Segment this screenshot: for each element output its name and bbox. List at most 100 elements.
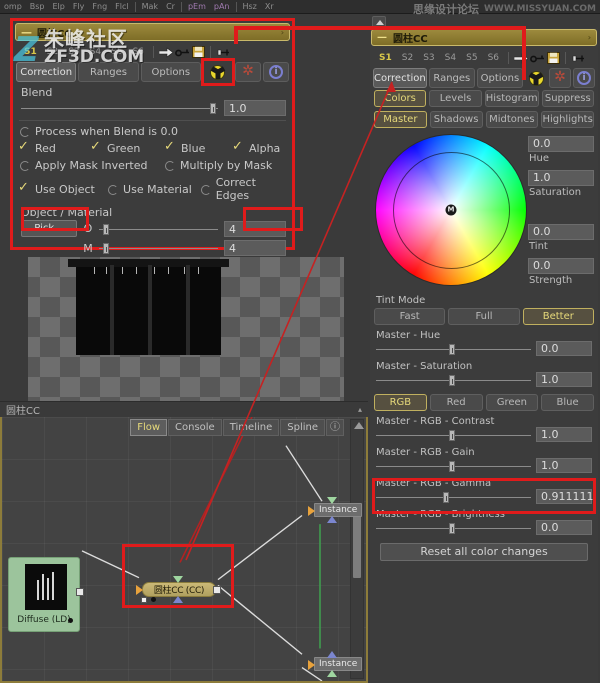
tab-spline[interactable]: Spline [280,419,325,436]
info-icon[interactable]: i [268,65,283,79]
flow-vertical-scrollbar[interactable] [350,419,364,679]
key-icon[interactable] [174,45,190,59]
rgb-contrast-value[interactable]: 1.0 [536,427,592,442]
tint-mode-fast[interactable]: Fast [374,308,446,325]
master-saturation-knob[interactable] [448,374,455,386]
node-bottom-connector-icon[interactable] [327,516,337,523]
tint-mode-full[interactable]: Full [448,308,520,325]
master-hue-row[interactable]: 0.0 [370,341,598,358]
rgb-gamma-row[interactable]: 0.911111 [370,489,598,506]
checkbox-green[interactable]: Green [90,139,165,155]
top-menu-bar[interactable]: omp Bsp Elp Fly Fng Flcl Mak Cr pEm pAn … [0,0,600,14]
radioactive-button-wrapper[interactable] [200,58,235,86]
channel-tab-blue[interactable]: Blue [541,394,594,411]
inspector-title-bar[interactable]: — 圆柱CC › [15,23,290,41]
cc-info-button[interactable]: i [573,68,596,88]
node-top-connector-icon[interactable] [327,651,337,658]
gear-icon[interactable]: ✲ [553,70,567,85]
rgb-gain-track[interactable] [376,460,531,472]
info-icon[interactable]: i [577,71,592,85]
color-wheel-area[interactable]: M 0.0 Hue 1.0 Saturation 0.0 Tint 0.0 St… [370,130,598,292]
rgb-brightness-row[interactable]: 0.0 [370,520,598,537]
range-tab-shadows[interactable]: Shadows [429,111,483,128]
channel-toggles-row[interactable]: Red Green Blue Alpha [13,139,292,157]
pin-icon[interactable] [215,45,231,59]
rgb-contrast-row[interactable]: 1.0 [370,427,598,444]
checkbox-multiply-by-mask[interactable]: Multiply by Mask [164,159,272,172]
saturation-value-field[interactable]: 1.0 [528,170,594,186]
cc-tab-correction[interactable]: Correction [373,68,427,88]
master-hue-knob[interactable] [448,343,455,355]
save-icon[interactable] [190,45,206,59]
mode-tab-levels[interactable]: Levels [429,90,482,107]
menu-item-hsz[interactable]: Hsz [239,0,261,13]
tab-timeline[interactable]: Timeline [222,419,280,436]
checkbox-alpha[interactable]: Alpha [232,139,280,155]
state-tab-s4[interactable]: S4 [85,46,106,58]
menu-item-flcl[interactable]: Flcl [111,0,132,13]
tab-console[interactable]: Console [168,419,222,436]
menu-item-pan[interactable]: pAn [210,0,234,13]
checkbox-unchecked-icon[interactable] [164,160,175,171]
rgb-gamma-knob[interactable] [442,491,449,503]
material-row[interactable]: M 4 [13,239,292,258]
object-options-row[interactable]: Use Object Use Material Correct Edges [13,174,292,204]
inspector-state-row[interactable]: S1 S2 S3 S4 S5 S6 [13,41,292,61]
material-slider-track[interactable] [99,242,218,254]
colorcorrector-title-bar[interactable]: — 圆柱CC › [371,29,597,46]
cc-state-tab-s2[interactable]: S2 [397,52,418,64]
mode-tab-suppress[interactable]: Suppress [541,90,594,107]
tab-options[interactable]: Options [140,62,201,82]
menu-item-omp[interactable]: omp [0,0,26,13]
caret-up-icon[interactable]: ▴ [358,405,362,414]
cc-tab-options[interactable]: Options [476,68,524,88]
rgb-gain-value[interactable]: 1.0 [536,458,592,473]
state-tab-s5[interactable]: S5 [106,46,127,58]
info-button[interactable]: i [262,62,289,82]
tint-mode-better[interactable]: Better [522,308,594,325]
arrow-right-icon[interactable] [158,45,174,59]
menu-item-pem[interactable]: pEm [184,0,210,13]
collapse-icon[interactable]: — [21,27,32,38]
menu-item-mak[interactable]: Mak [138,0,162,13]
tint-value-field[interactable]: 0.0 [528,224,594,240]
checkbox-unchecked-icon[interactable] [200,184,211,195]
radioactive-icon[interactable] [528,70,544,86]
colorcorrector-tab-bar[interactable]: Correction Ranges Options ✲ i [373,68,596,88]
radioactive-icon[interactable] [210,64,226,80]
node-diffuse[interactable]: Diffuse (LD) [8,557,84,632]
cc-state-tab-s5[interactable]: S5 [461,52,482,64]
checkbox-checked-icon[interactable] [18,139,30,154]
checkbox-red[interactable]: Red [18,139,91,155]
rgb-brightness-track[interactable] [376,522,531,534]
blend-slider-track[interactable] [21,102,218,114]
node-output-port[interactable] [76,588,84,596]
material-value-field[interactable]: 4 [224,240,286,256]
menu-item-cr[interactable]: Cr [162,0,179,13]
cc-state-tab-s1[interactable]: S1 [374,52,397,64]
info-icon[interactable]: ⓘ [326,419,344,436]
checkbox-use-object[interactable]: Use Object [18,180,107,196]
colorcorrector-state-row[interactable]: S1 S2 S3 S4 S5 S6 [370,47,598,67]
color-wheel[interactable]: M [375,134,527,286]
checkbox-apply-mask-inverted[interactable]: Apply Mask Inverted [19,159,164,172]
range-tab-highlights[interactable]: Highlights [541,111,594,128]
strength-value-field[interactable]: 0.0 [528,258,594,274]
checkbox-blue[interactable]: Blue [164,139,233,155]
mode-tab-row[interactable]: Colors Levels Histogram Suppress [370,88,598,109]
material-slider-knob[interactable] [102,243,109,254]
node-top-connector-icon[interactable] [327,497,337,504]
cc-state-tab-s3[interactable]: S3 [418,52,439,64]
tint-mode-row[interactable]: Fast Full Better [370,306,598,327]
range-tab-master[interactable]: Master [374,111,427,128]
rgb-brightness-knob[interactable] [448,522,455,534]
state-tab-s2[interactable]: S2 [42,46,63,58]
reset-all-color-changes-button[interactable]: Reset all color changes [380,543,588,561]
rgb-contrast-knob[interactable] [448,429,455,441]
rgb-gain-row[interactable]: 1.0 [370,458,598,475]
checkbox-unchecked-icon[interactable] [107,184,119,195]
gear-button[interactable]: ✲ [234,62,261,82]
menu-item-fly[interactable]: Fly [69,0,89,13]
checkbox-process-when-blend[interactable]: Process when Blend is 0.0 [19,125,178,138]
range-tab-row[interactable]: Master Shadows Midtones Highlights [370,109,598,130]
